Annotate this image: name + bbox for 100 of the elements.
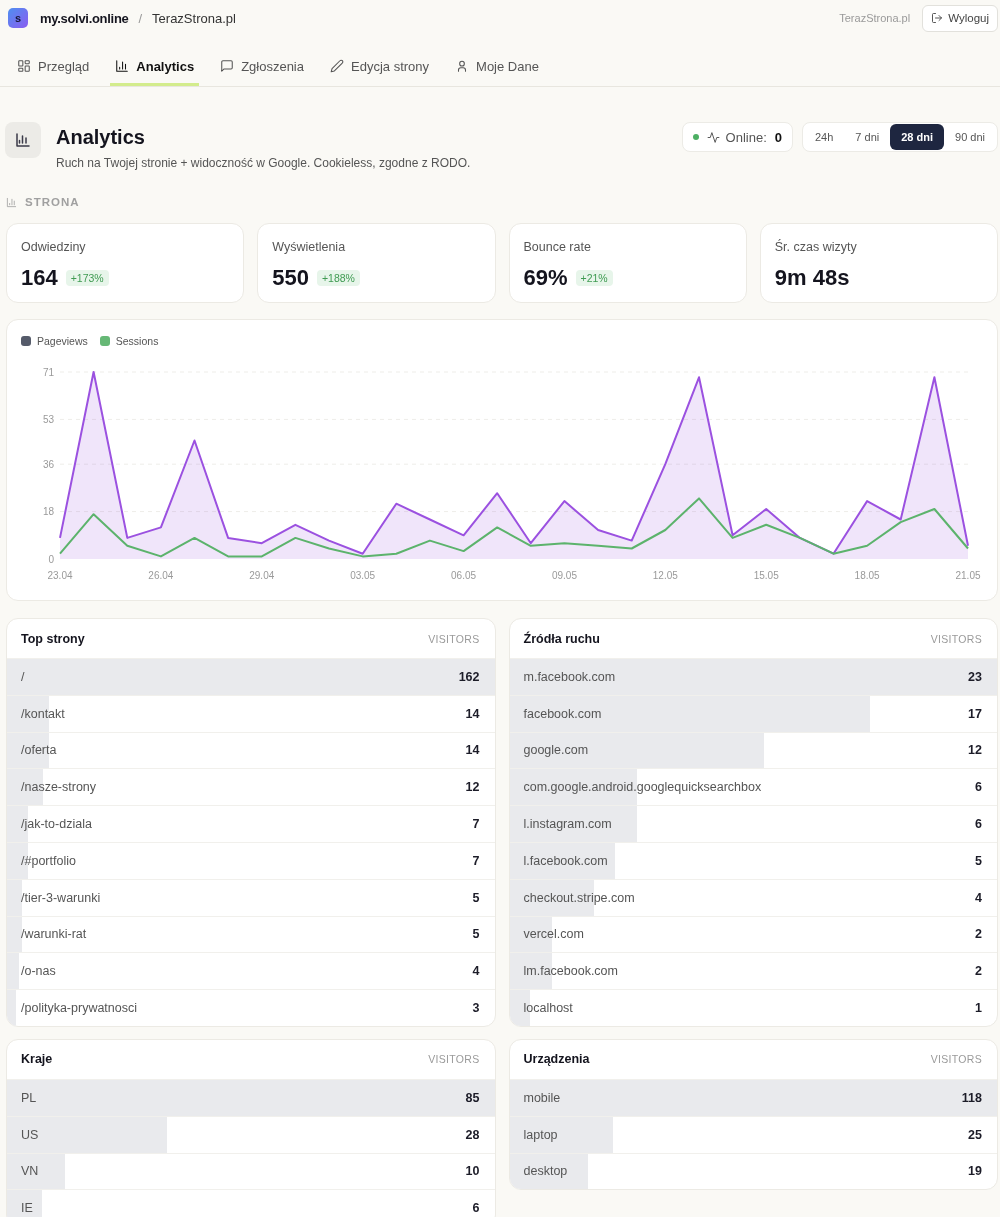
nav-tab[interactable]: Moje Dane xyxy=(450,46,544,86)
row-value: 5 xyxy=(975,853,982,868)
table-row[interactable]: US 28 xyxy=(7,1115,495,1153)
range-option[interactable]: 90 dni xyxy=(944,124,996,150)
x-axis-label: 15.05 xyxy=(753,570,779,581)
table-row[interactable]: /o-nas 4 xyxy=(7,952,495,990)
project-name[interactable]: TerazStrona.pl xyxy=(152,10,236,26)
table-row[interactable]: VN 10 xyxy=(7,1152,495,1190)
table-row[interactable]: l.facebook.com 5 xyxy=(509,842,997,879)
table-row[interactable]: /nasze-strony 12 xyxy=(7,768,495,806)
table-row[interactable]: l.instagram.com 6 xyxy=(509,805,997,842)
column-header: VISITORS xyxy=(930,632,982,645)
row-value: 5 xyxy=(472,890,480,905)
row-value: 85 xyxy=(465,1090,480,1105)
table-row[interactable]: PL 85 xyxy=(7,1078,495,1116)
table-row[interactable]: com.google.android.googlequicksearchbox 6 xyxy=(509,768,997,806)
table-row[interactable]: desktop 19 xyxy=(509,1152,997,1190)
table-title: Kraje xyxy=(21,1052,53,1067)
row-label: google.com xyxy=(523,743,589,758)
stat-label: Wyświetlenia xyxy=(272,239,347,255)
table-row[interactable]: mobile 118 xyxy=(509,1078,997,1116)
range-option[interactable]: 24h xyxy=(804,124,845,150)
row-label: com.google.android.googlequicksearchbox xyxy=(523,780,762,795)
online-label: Online: xyxy=(725,129,767,145)
site-name[interactable]: my.solvi.online xyxy=(40,10,129,26)
row-value: 14 xyxy=(465,706,480,721)
range-option[interactable]: 28 dni xyxy=(890,124,944,150)
table-row[interactable]: google.com 12 xyxy=(509,731,997,769)
bar-chart-icon xyxy=(115,59,130,73)
x-axis-label: 06.05 xyxy=(451,570,477,581)
stat-label: Bounce rate xyxy=(523,239,592,255)
row-value: 28 xyxy=(465,1127,480,1142)
row-label: VN xyxy=(21,1164,39,1179)
row-value: 2 xyxy=(975,927,982,942)
row-value: 25 xyxy=(968,1127,982,1142)
row-value: 17 xyxy=(968,706,982,721)
stat-value: 9m 48s xyxy=(774,265,850,291)
row-label: checkout.stripe.com xyxy=(523,890,635,905)
x-axis-label: 23.04 xyxy=(47,570,73,581)
table-row[interactable]: / 162 xyxy=(7,658,495,695)
row-label: /polityka-prywatnosci xyxy=(21,1001,137,1016)
row-value: 19 xyxy=(968,1164,982,1179)
table-row[interactable]: localhost 1 xyxy=(509,989,997,1026)
table-row[interactable]: /polityka-prywatnosci 3 xyxy=(7,989,495,1026)
nav-tab[interactable]: Edycja strony xyxy=(325,46,435,86)
bar-chart-icon xyxy=(5,122,41,158)
x-axis-label: 29.04 xyxy=(249,570,275,581)
table-row[interactable]: /#portfolio 7 xyxy=(7,842,495,879)
bar-chart-icon xyxy=(6,196,17,208)
section-label: STRONA xyxy=(25,195,80,209)
table-row[interactable]: IE 6 xyxy=(7,1189,495,1217)
y-axis-label: 71 xyxy=(42,366,54,378)
x-axis-label: 26.04 xyxy=(148,570,174,581)
nav-tab[interactable]: Przegląd xyxy=(12,46,95,86)
table-row[interactable]: lm.facebook.com 2 xyxy=(509,952,997,990)
y-axis-label: 0 xyxy=(48,553,54,565)
logout-icon xyxy=(931,12,944,24)
logout-button[interactable]: Wyloguj xyxy=(922,4,998,32)
table-row[interactable]: /jak-to-dziala 7 xyxy=(7,805,495,842)
y-axis-label: 36 xyxy=(42,458,54,470)
table-row[interactable]: facebook.com 17 xyxy=(509,694,997,732)
row-value: 4 xyxy=(975,890,982,905)
table-row[interactable]: vercel.com 2 xyxy=(509,915,997,953)
row-value: 23 xyxy=(968,669,982,684)
row-value: 1 xyxy=(975,1001,982,1016)
online-count: 0 xyxy=(774,129,782,145)
row-label: mobile xyxy=(523,1090,561,1105)
row-label: lm.facebook.com xyxy=(523,964,618,979)
table-row[interactable]: /warunki-rat 5 xyxy=(7,915,495,953)
row-value: 6 xyxy=(472,1201,480,1216)
table-row[interactable]: /tier-3-warunki 5 xyxy=(7,878,495,916)
row-label: /#portfolio xyxy=(21,853,76,868)
table-row[interactable]: /kontakt 14 xyxy=(7,694,495,732)
table-row[interactable]: checkout.stripe.com 4 xyxy=(509,878,997,916)
stat-value: 550 xyxy=(272,265,309,291)
x-axis-label: 03.05 xyxy=(350,570,376,581)
table-row[interactable]: /oferta 14 xyxy=(7,731,495,769)
column-header: VISITORS xyxy=(930,1053,982,1066)
y-axis-label: 18 xyxy=(42,506,54,518)
row-label: desktop xyxy=(523,1164,568,1179)
table-row[interactable]: laptop 25 xyxy=(509,1115,997,1153)
nav-tab[interactable]: Zgłoszenia xyxy=(215,46,309,86)
breadcrumb-separator: / xyxy=(138,10,143,26)
row-label: IE xyxy=(21,1201,33,1216)
x-axis-label: 18.05 xyxy=(854,570,880,581)
row-label: m.facebook.com xyxy=(523,669,616,684)
nav-tab[interactable]: Analytics xyxy=(110,46,200,86)
change-badge: +21% xyxy=(575,270,613,286)
grid-icon xyxy=(17,59,31,73)
change-badge: +188% xyxy=(316,270,360,286)
app-logo[interactable]: s xyxy=(8,8,28,28)
table-row[interactable]: m.facebook.com 23 xyxy=(509,658,997,695)
row-label: /o-nas xyxy=(21,964,56,979)
range-option[interactable]: 7 dni xyxy=(844,124,891,150)
row-value: 7 xyxy=(472,853,480,868)
row-label: /tier-3-warunki xyxy=(21,890,101,905)
row-label: US xyxy=(21,1127,39,1142)
account-name: TerazStrona.pl xyxy=(839,12,911,24)
x-axis-label: 12.05 xyxy=(652,570,678,581)
y-axis-label: 53 xyxy=(42,413,54,425)
